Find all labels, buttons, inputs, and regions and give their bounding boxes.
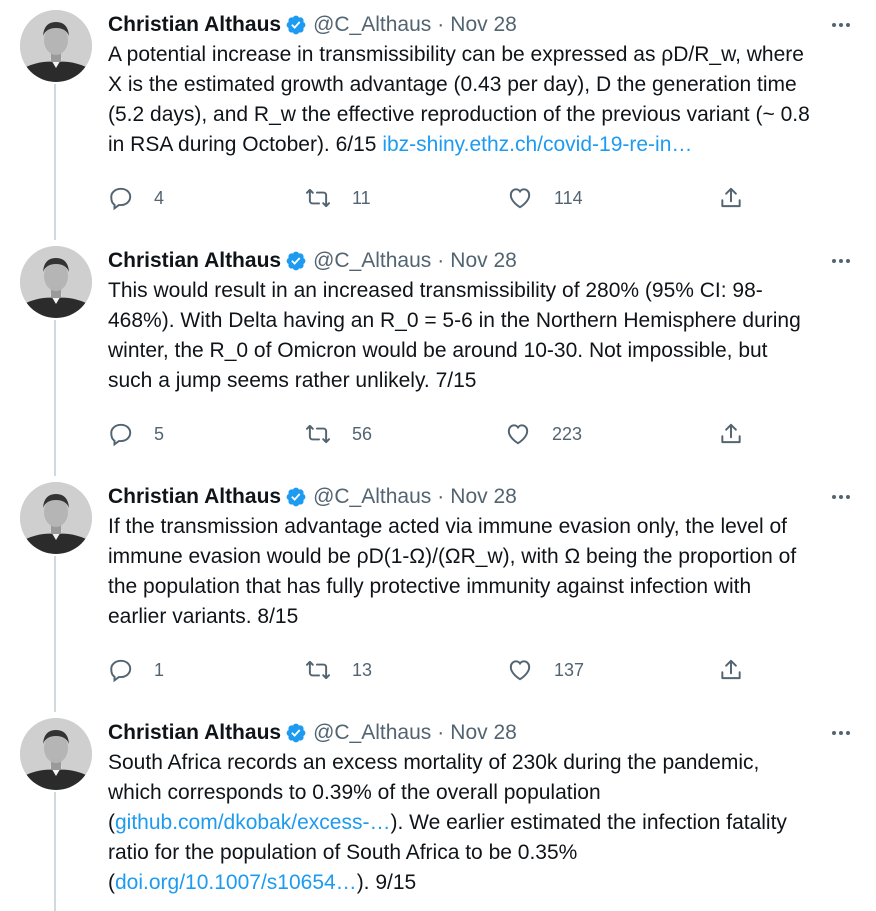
avatar[interactable] bbox=[20, 10, 92, 82]
text-line: 468%). With Delta having an R_0 = 5-6 in… bbox=[108, 309, 801, 332]
text-segment: in RSA during October). 6/15 bbox=[108, 133, 383, 156]
share-button[interactable] bbox=[718, 419, 744, 449]
text-line: earlier variants. 8/15 bbox=[108, 605, 299, 628]
reply-icon bbox=[108, 421, 134, 447]
text-line: ratio for the population of South Africa… bbox=[108, 841, 578, 864]
like-button[interactable]: 223 bbox=[504, 419, 582, 449]
text-segment: ( bbox=[108, 871, 115, 894]
tweet-text: A potential increase in transmissibility… bbox=[108, 40, 860, 160]
text-line: (5.2 days), and R_w the effective reprod… bbox=[108, 103, 810, 126]
more-icon[interactable] bbox=[832, 246, 850, 276]
separator: · bbox=[437, 13, 445, 36]
separator: · bbox=[437, 249, 445, 272]
retweet-count: 56 bbox=[352, 423, 373, 444]
thread-line bbox=[54, 84, 56, 240]
tweet-date[interactable]: Nov 28 bbox=[450, 246, 517, 276]
author-handle[interactable]: @C_Althaus bbox=[313, 718, 431, 748]
text-line: (doi.org/10.1007/s10654…). 9/15 bbox=[108, 868, 860, 898]
more-icon[interactable] bbox=[832, 482, 850, 512]
author-name[interactable]: Christian Althaus bbox=[108, 718, 281, 748]
author-name[interactable]: Christian Althaus bbox=[108, 482, 281, 512]
like-icon bbox=[504, 421, 532, 447]
verified-badge-icon bbox=[285, 14, 307, 36]
separator: · bbox=[437, 485, 445, 508]
reply-button[interactable]: 1 bbox=[108, 655, 164, 685]
text-line: such a jump seems rather unlikely. 7/15 bbox=[108, 369, 477, 392]
tweet-text: South Africa records an excess mortality… bbox=[108, 748, 860, 898]
share-icon bbox=[718, 421, 744, 447]
like-count: 137 bbox=[554, 659, 585, 680]
verified-badge-icon bbox=[285, 486, 307, 508]
retweet-button[interactable]: 11 bbox=[304, 183, 371, 213]
tweet-text: This would result in an increased transm… bbox=[108, 276, 860, 396]
tweet-date[interactable]: Nov 28 bbox=[450, 482, 517, 512]
text-line: which corresponds to 0.39% of the overal… bbox=[108, 781, 601, 804]
author-name[interactable]: Christian Althaus bbox=[108, 246, 281, 276]
thread-line bbox=[54, 556, 56, 712]
text-line: This would result in an increased transm… bbox=[108, 279, 763, 302]
tweet-actions: 5 56 223 bbox=[108, 419, 768, 449]
tweet-link[interactable]: ibz-shiny.ethz.ch/covid-19-re-in… bbox=[382, 133, 692, 156]
text-line: (github.com/dkobak/excess-…). We earlier… bbox=[108, 808, 860, 838]
author-handle[interactable]: @C_Althaus bbox=[313, 246, 431, 276]
more-icon[interactable] bbox=[832, 10, 850, 40]
author-name[interactable]: Christian Althaus bbox=[108, 10, 281, 40]
retweet-icon bbox=[304, 421, 332, 447]
tweet-actions: 1 13 137 bbox=[108, 655, 768, 685]
share-button[interactable] bbox=[718, 183, 744, 213]
thread-line bbox=[54, 792, 56, 911]
retweet-icon bbox=[304, 657, 332, 683]
tweet-date[interactable]: Nov 28 bbox=[450, 10, 517, 40]
text-segment: ( bbox=[108, 811, 115, 834]
reply-count: 4 bbox=[154, 187, 165, 208]
reply-button[interactable]: 4 bbox=[108, 183, 164, 213]
text-line: X is the estimated growth advantage (0.4… bbox=[108, 73, 797, 96]
like-count: 114 bbox=[554, 187, 583, 208]
text-line: If the transmission advantage acted via … bbox=[108, 515, 787, 538]
reply-button[interactable]: 5 bbox=[108, 419, 164, 449]
reply-icon bbox=[108, 657, 134, 683]
more-icon[interactable] bbox=[832, 718, 850, 748]
retweet-count: 11 bbox=[352, 187, 371, 208]
verified-badge-icon bbox=[285, 250, 307, 272]
text-line: A potential increase in transmissibility… bbox=[108, 43, 804, 66]
share-icon bbox=[718, 657, 744, 683]
tweet-link[interactable]: doi.org/10.1007/s10654… bbox=[115, 871, 357, 894]
text-line: in RSA during October). 6/15 ibz-shiny.e… bbox=[108, 130, 860, 160]
share-icon bbox=[718, 185, 744, 211]
like-button[interactable]: 137 bbox=[506, 655, 584, 685]
tweet-actions: 4 11 114 bbox=[108, 183, 768, 213]
text-line: the population that has fully protective… bbox=[108, 575, 752, 598]
retweet-button[interactable]: 56 bbox=[304, 419, 372, 449]
author-handle[interactable]: @C_Althaus bbox=[313, 10, 431, 40]
tweet-link[interactable]: github.com/dkobak/excess-… bbox=[115, 811, 390, 834]
retweet-icon bbox=[304, 185, 332, 211]
like-icon bbox=[506, 185, 534, 211]
retweet-count: 13 bbox=[352, 659, 373, 680]
separator: · bbox=[437, 721, 445, 744]
like-button[interactable]: 114 bbox=[506, 183, 583, 213]
tweet-date[interactable]: Nov 28 bbox=[450, 718, 517, 748]
reply-count: 5 bbox=[154, 423, 165, 444]
author-handle[interactable]: @C_Althaus bbox=[313, 482, 431, 512]
like-count: 223 bbox=[552, 423, 583, 444]
share-button[interactable] bbox=[718, 655, 744, 685]
text-line: South Africa records an excess mortality… bbox=[108, 751, 760, 774]
text-segment: ). We earlier estimated the infection fa… bbox=[390, 811, 787, 834]
verified-badge-icon bbox=[285, 722, 307, 744]
retweet-button[interactable]: 13 bbox=[304, 655, 372, 685]
like-icon bbox=[506, 657, 534, 683]
avatar[interactable] bbox=[20, 718, 92, 790]
thread-line bbox=[54, 320, 56, 476]
tweet-text: If the transmission advantage acted via … bbox=[108, 512, 860, 632]
text-line: winter, the R_0 of Omicron would be arou… bbox=[108, 339, 768, 362]
reply-count: 1 bbox=[154, 659, 165, 680]
text-line: immune evasion would be ρD(1-Ω)/(ΩR_w), … bbox=[108, 545, 797, 568]
avatar[interactable] bbox=[20, 246, 92, 318]
avatar[interactable] bbox=[20, 482, 92, 554]
text-segment: ). 9/15 bbox=[356, 871, 417, 894]
reply-icon bbox=[108, 185, 134, 211]
